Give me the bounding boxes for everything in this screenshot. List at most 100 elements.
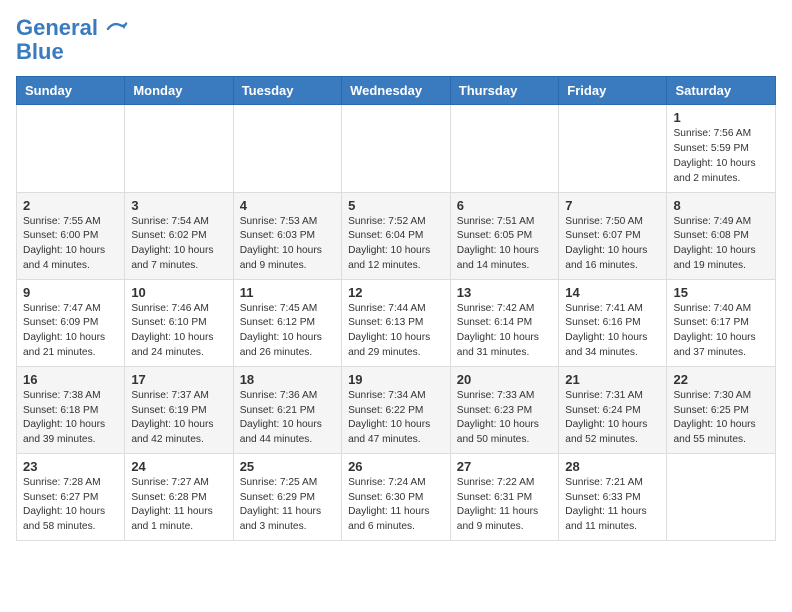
week-row-3: 9Sunrise: 7:47 AM Sunset: 6:09 PM Daylig…: [17, 279, 776, 366]
day-number: 7: [565, 198, 660, 213]
calendar-cell: 21 Sunrise: 7:31 AM Sunset: 6:24 PM Dayli…: [559, 366, 667, 453]
logo-text: General: [16, 16, 128, 40]
day-info: Sunrise: 7:46 AM Sunset: 6:10 PM Dayligh…: [131, 302, 226, 361]
calendar-body: 1 Sunrise: 7:56 AM Sunset: 5:59 PM Daylig…: [17, 105, 776, 541]
calendar-cell: 12 Sunrise: 7:44 AM Sunset: 6:13 PM Dayli…: [342, 279, 451, 366]
calendar-cell: 6 Sunrise: 7:51 AM Sunset: 6:05 PM Daylig…: [450, 192, 559, 279]
calendar-cell: 4 Sunrise: 7:53 AM Sunset: 6:03 PM Daylig…: [233, 192, 341, 279]
weekday-monday: Monday: [125, 77, 233, 105]
day-number: 15: [673, 285, 769, 300]
week-row-2: 2 Sunrise: 7:55 AM Sunset: 6:00 PM Daylig…: [17, 192, 776, 279]
day-number: 21: [565, 372, 660, 387]
week-row-5: 23 Sunrise: 7:28 AM Sunset: 6:27 PM Dayli…: [17, 453, 776, 540]
calendar-cell: 14 Sunrise: 7:41 AM Sunset: 6:16 PM Dayli…: [559, 279, 667, 366]
day-info: Sunrise: 7:44 AM Sunset: 6:13 PM Dayligh…: [348, 302, 444, 361]
day-number: 20: [457, 372, 553, 387]
day-number: 13: [457, 285, 553, 300]
day-number: 16: [23, 372, 118, 387]
day-number: 2: [23, 198, 118, 213]
calendar-cell: 25 Sunrise: 7:25 AM Sunset: 6:29 PM Dayli…: [233, 453, 341, 540]
day-number: 17: [131, 372, 226, 387]
day-number: 24: [131, 459, 226, 474]
day-number: 6: [457, 198, 553, 213]
day-number: 1: [673, 110, 769, 125]
day-info: Sunrise: 7:25 AM Sunset: 6:29 PM Dayligh…: [240, 476, 335, 535]
weekday-saturday: Saturday: [667, 77, 776, 105]
calendar-cell: 16 Sunrise: 7:38 AM Sunset: 6:18 PM Dayli…: [17, 366, 125, 453]
day-info: Sunrise: 7:31 AM Sunset: 6:24 PM Dayligh…: [565, 389, 660, 448]
day-info: Sunrise: 7:24 AM Sunset: 6:30 PM Dayligh…: [348, 476, 444, 535]
day-info: Sunrise: 7:21 AM Sunset: 6:33 PM Dayligh…: [565, 476, 660, 535]
calendar-cell: [125, 105, 233, 192]
day-info: Sunrise: 7:27 AM Sunset: 6:28 PM Dayligh…: [131, 476, 226, 535]
calendar-cell: 10 Sunrise: 7:46 AM Sunset: 6:10 PM Dayli…: [125, 279, 233, 366]
day-number: 19: [348, 372, 444, 387]
day-info: Sunrise: 7:42 AM Sunset: 6:14 PM Dayligh…: [457, 302, 553, 361]
calendar-cell: 26 Sunrise: 7:24 AM Sunset: 6:30 PM Dayli…: [342, 453, 451, 540]
day-info: Sunrise: 7:38 AM Sunset: 6:18 PM Dayligh…: [23, 389, 118, 448]
day-info: Sunrise: 7:22 AM Sunset: 6:31 PM Dayligh…: [457, 476, 553, 535]
day-number: 12: [348, 285, 444, 300]
day-number: 28: [565, 459, 660, 474]
calendar-cell: 8 Sunrise: 7:49 AM Sunset: 6:08 PM Daylig…: [667, 192, 776, 279]
day-info: Sunrise: 7:52 AM Sunset: 6:04 PM Dayligh…: [348, 215, 444, 274]
weekday-wednesday: Wednesday: [342, 77, 451, 105]
day-number: 14: [565, 285, 660, 300]
day-info: Sunrise: 7:50 AM Sunset: 6:07 PM Dayligh…: [565, 215, 660, 274]
day-number: 22: [673, 372, 769, 387]
calendar-cell: [17, 105, 125, 192]
calendar-cell: [342, 105, 451, 192]
day-info: Sunrise: 7:40 AM Sunset: 6:17 PM Dayligh…: [673, 302, 769, 361]
calendar-cell: 18 Sunrise: 7:36 AM Sunset: 6:21 PM Dayli…: [233, 366, 341, 453]
calendar-cell: 24 Sunrise: 7:27 AM Sunset: 6:28 PM Dayli…: [125, 453, 233, 540]
calendar-cell: 11Sunrise: 7:45 AM Sunset: 6:12 PM Dayli…: [233, 279, 341, 366]
day-number: 3: [131, 198, 226, 213]
day-info: Sunrise: 7:41 AM Sunset: 6:16 PM Dayligh…: [565, 302, 660, 361]
calendar-cell: 19 Sunrise: 7:34 AM Sunset: 6:22 PM Dayli…: [342, 366, 451, 453]
weekday-header-row: SundayMondayTuesdayWednesdayThursdayFrid…: [17, 77, 776, 105]
day-info: Sunrise: 7:56 AM Sunset: 5:59 PM Dayligh…: [673, 127, 769, 186]
calendar-cell: 3Sunrise: 7:54 AM Sunset: 6:02 PM Daylig…: [125, 192, 233, 279]
calendar-cell: 13 Sunrise: 7:42 AM Sunset: 6:14 PM Dayli…: [450, 279, 559, 366]
calendar-cell: [559, 105, 667, 192]
calendar-cell: [233, 105, 341, 192]
day-number: 11: [240, 285, 335, 300]
day-number: 4: [240, 198, 335, 213]
day-info: Sunrise: 7:55 AM Sunset: 6:00 PM Dayligh…: [23, 215, 118, 274]
weekday-friday: Friday: [559, 77, 667, 105]
day-number: 25: [240, 459, 335, 474]
calendar-cell: 5 Sunrise: 7:52 AM Sunset: 6:04 PM Daylig…: [342, 192, 451, 279]
day-info: Sunrise: 7:36 AM Sunset: 6:21 PM Dayligh…: [240, 389, 335, 448]
calendar-cell: 20 Sunrise: 7:33 AM Sunset: 6:23 PM Dayli…: [450, 366, 559, 453]
day-info: Sunrise: 7:33 AM Sunset: 6:23 PM Dayligh…: [457, 389, 553, 448]
day-number: 27: [457, 459, 553, 474]
calendar-table: SundayMondayTuesdayWednesdayThursdayFrid…: [16, 76, 776, 541]
week-row-4: 16 Sunrise: 7:38 AM Sunset: 6:18 PM Dayli…: [17, 366, 776, 453]
calendar-cell: 27 Sunrise: 7:22 AM Sunset: 6:31 PM Dayli…: [450, 453, 559, 540]
day-info: Sunrise: 7:28 AM Sunset: 6:27 PM Dayligh…: [23, 476, 118, 535]
day-number: 5: [348, 198, 444, 213]
page-header: General Blue: [16, 16, 776, 64]
calendar-cell: 22 Sunrise: 7:30 AM Sunset: 6:25 PM Dayli…: [667, 366, 776, 453]
day-number: 8: [673, 198, 769, 213]
day-number: 10: [131, 285, 226, 300]
week-row-1: 1 Sunrise: 7:56 AM Sunset: 5:59 PM Daylig…: [17, 105, 776, 192]
calendar-cell: 2 Sunrise: 7:55 AM Sunset: 6:00 PM Daylig…: [17, 192, 125, 279]
day-info: Sunrise: 7:34 AM Sunset: 6:22 PM Dayligh…: [348, 389, 444, 448]
calendar-cell: 7 Sunrise: 7:50 AM Sunset: 6:07 PM Daylig…: [559, 192, 667, 279]
calendar-cell: 17Sunrise: 7:37 AM Sunset: 6:19 PM Dayli…: [125, 366, 233, 453]
day-info: Sunrise: 7:47 AM Sunset: 6:09 PM Dayligh…: [23, 302, 118, 361]
calendar-cell: 15 Sunrise: 7:40 AM Sunset: 6:17 PM Dayli…: [667, 279, 776, 366]
day-number: 18: [240, 372, 335, 387]
weekday-tuesday: Tuesday: [233, 77, 341, 105]
day-info: Sunrise: 7:30 AM Sunset: 6:25 PM Dayligh…: [673, 389, 769, 448]
day-number: 23: [23, 459, 118, 474]
day-info: Sunrise: 7:49 AM Sunset: 6:08 PM Dayligh…: [673, 215, 769, 274]
weekday-sunday: Sunday: [17, 77, 125, 105]
day-info: Sunrise: 7:51 AM Sunset: 6:05 PM Dayligh…: [457, 215, 553, 274]
day-number: 26: [348, 459, 444, 474]
calendar-cell: 9Sunrise: 7:47 AM Sunset: 6:09 PM Daylig…: [17, 279, 125, 366]
calendar-cell: [667, 453, 776, 540]
calendar-cell: [450, 105, 559, 192]
day-info: Sunrise: 7:53 AM Sunset: 6:03 PM Dayligh…: [240, 215, 335, 274]
